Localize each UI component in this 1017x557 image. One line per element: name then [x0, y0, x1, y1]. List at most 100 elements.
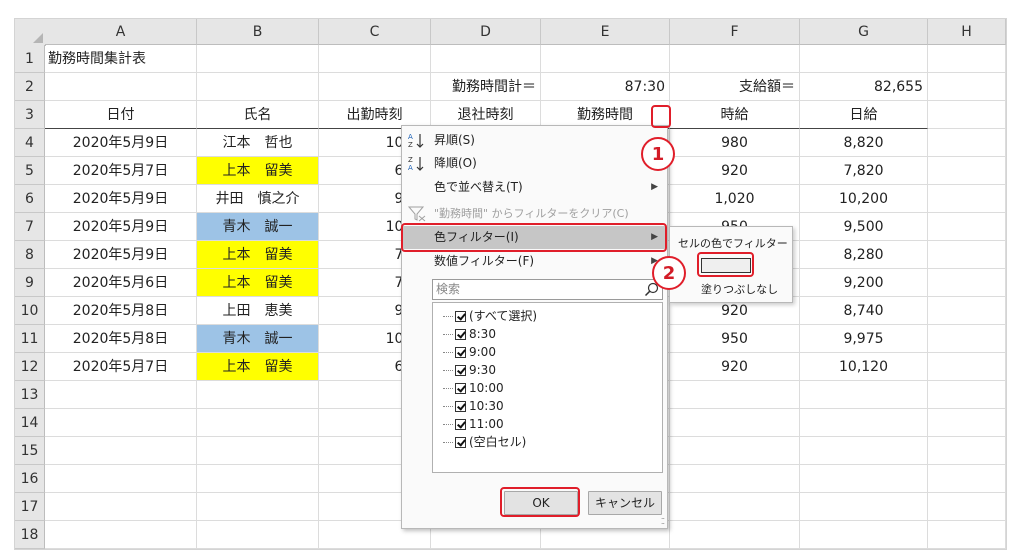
cell-h3[interactable] — [928, 101, 1006, 129]
cell-b4[interactable]: 江本 哲也 — [197, 129, 319, 157]
row-header-9[interactable]: 9 — [15, 269, 45, 297]
cell-f14[interactable] — [670, 409, 800, 437]
cell-b16[interactable] — [197, 465, 319, 493]
cell-g3[interactable]: 日給 — [800, 101, 928, 129]
cell-g1[interactable] — [800, 45, 928, 73]
cell-a5[interactable]: 2020年5月7日 — [45, 157, 197, 185]
cell-b12[interactable]: 上本 留美 — [197, 353, 319, 381]
cell-g11[interactable]: 9,975 — [800, 325, 928, 353]
menu-item-clear-filter[interactable]: "勤務時間" からフィルターをクリア(C) — [403, 202, 666, 225]
cell-a15[interactable] — [45, 437, 197, 465]
row-header-3[interactable]: 3 — [15, 101, 45, 129]
cell-g2[interactable]: 82,655 — [800, 73, 928, 101]
select-all-corner[interactable] — [15, 19, 46, 46]
cell-f3[interactable]: 時給 — [670, 101, 800, 129]
menu-item-sort-descending[interactable]: ZA 降順(O) — [403, 152, 666, 175]
cell-h9[interactable] — [928, 269, 1006, 297]
cell-a13[interactable] — [45, 381, 197, 409]
cell-g8[interactable]: 8,280 — [800, 241, 928, 269]
checkbox-checked-icon[interactable] — [455, 347, 466, 358]
cell-g16[interactable] — [800, 465, 928, 493]
filter-list-item[interactable]: 11:00 — [443, 415, 504, 433]
cell-a6[interactable]: 2020年5月9日 — [45, 185, 197, 213]
filter-list-item[interactable]: 10:00 — [443, 379, 504, 397]
filter-list-item[interactable]: 8:30 — [443, 325, 496, 343]
menu-item-number-filter[interactable]: 数値フィルター(F) ▶ — [403, 250, 666, 273]
cell-a12[interactable]: 2020年5月7日 — [45, 353, 197, 381]
row-header-6[interactable]: 6 — [15, 185, 45, 213]
cell-a2[interactable] — [45, 73, 197, 101]
cell-g5[interactable]: 7,820 — [800, 157, 928, 185]
row-header-13[interactable]: 13 — [15, 381, 45, 409]
cell-b10[interactable]: 上田 恵美 — [197, 297, 319, 325]
cell-a3[interactable]: 日付 — [45, 101, 197, 129]
cell-d1[interactable] — [431, 45, 541, 73]
filter-list-item[interactable]: 9:00 — [443, 343, 496, 361]
cell-a18[interactable] — [45, 521, 197, 549]
resize-grip-icon[interactable]: ⁚⁚ — [661, 517, 665, 526]
cell-f12[interactable]: 920 — [670, 353, 800, 381]
row-header-2[interactable]: 2 — [15, 73, 45, 101]
cell-a9[interactable]: 2020年5月6日 — [45, 269, 197, 297]
cancel-button[interactable]: キャンセル — [588, 491, 662, 515]
cell-h12[interactable] — [928, 353, 1006, 381]
cell-h4[interactable] — [928, 129, 1006, 157]
cell-g17[interactable] — [800, 493, 928, 521]
filter-list-item[interactable]: 9:30 — [443, 361, 496, 379]
column-header-a[interactable]: A — [45, 19, 197, 45]
cell-b3[interactable]: 氏名 — [197, 101, 319, 129]
menu-item-sort-ascending[interactable]: AZ 昇順(S) — [403, 129, 666, 152]
row-header-10[interactable]: 10 — [15, 297, 45, 325]
cell-b14[interactable] — [197, 409, 319, 437]
filter-list-item[interactable]: (すべて選択) — [443, 307, 537, 325]
cell-g15[interactable] — [800, 437, 928, 465]
cell-h8[interactable] — [928, 241, 1006, 269]
cell-g18[interactable] — [800, 521, 928, 549]
cell-a16[interactable] — [45, 465, 197, 493]
cell-h17[interactable] — [928, 493, 1006, 521]
cell-f1[interactable] — [670, 45, 800, 73]
cell-h14[interactable] — [928, 409, 1006, 437]
cell-h18[interactable] — [928, 521, 1006, 549]
column-header-h[interactable]: H — [928, 19, 1006, 45]
cell-e2[interactable]: 87:30 — [541, 73, 670, 101]
cell-h10[interactable] — [928, 297, 1006, 325]
cell-a14[interactable] — [45, 409, 197, 437]
cell-h7[interactable] — [928, 213, 1006, 241]
cell-h15[interactable] — [928, 437, 1006, 465]
filter-list-item[interactable]: 10:30 — [443, 397, 504, 415]
cell-b15[interactable] — [197, 437, 319, 465]
cell-b7[interactable]: 青木 誠一 — [197, 213, 319, 241]
cell-a17[interactable] — [45, 493, 197, 521]
cell-h11[interactable] — [928, 325, 1006, 353]
cell-b6[interactable]: 井田 慎之介 — [197, 185, 319, 213]
cell-g7[interactable]: 9,500 — [800, 213, 928, 241]
filter-list-item[interactable]: (空白セル) — [443, 433, 526, 451]
checkbox-checked-icon[interactable] — [455, 329, 466, 340]
column-header-b[interactable]: B — [197, 19, 319, 45]
row-header-1[interactable]: 1 — [15, 45, 45, 73]
row-header-7[interactable]: 7 — [15, 213, 45, 241]
cell-g12[interactable]: 10,120 — [800, 353, 928, 381]
cell-b17[interactable] — [197, 493, 319, 521]
row-header-16[interactable]: 16 — [15, 465, 45, 493]
cell-f2[interactable]: 支給額＝ — [670, 73, 800, 101]
row-header-14[interactable]: 14 — [15, 409, 45, 437]
row-header-18[interactable]: 18 — [15, 521, 45, 549]
menu-item-sort-by-color[interactable]: 色で並べ替え(T) ▶ — [403, 176, 666, 199]
row-header-11[interactable]: 11 — [15, 325, 45, 353]
cell-h6[interactable] — [928, 185, 1006, 213]
cell-f5[interactable]: 920 — [670, 157, 800, 185]
cell-b13[interactable] — [197, 381, 319, 409]
column-header-d[interactable]: D — [431, 19, 541, 45]
cell-h13[interactable] — [928, 381, 1006, 409]
cell-g6[interactable]: 10,200 — [800, 185, 928, 213]
row-header-5[interactable]: 5 — [15, 157, 45, 185]
cell-f4[interactable]: 980 — [670, 129, 800, 157]
cell-h1[interactable] — [928, 45, 1006, 73]
cell-f6[interactable]: 1,020 — [670, 185, 800, 213]
cell-e1[interactable] — [541, 45, 670, 73]
cell-h5[interactable] — [928, 157, 1006, 185]
cell-f16[interactable] — [670, 465, 800, 493]
cell-a11[interactable]: 2020年5月8日 — [45, 325, 197, 353]
